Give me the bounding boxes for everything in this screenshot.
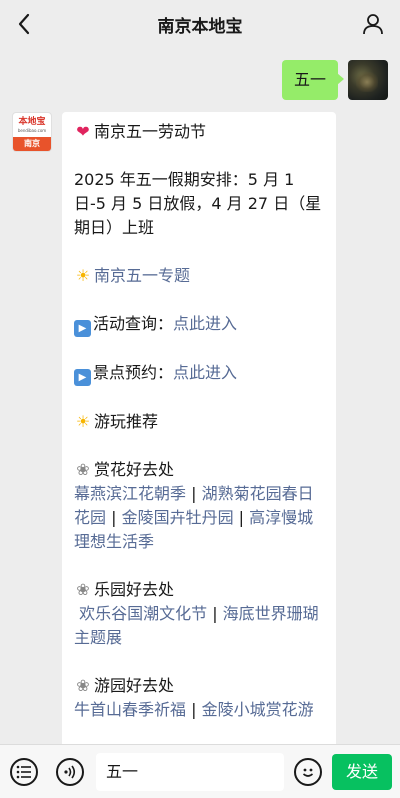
heart-icon: ❤	[76, 122, 90, 141]
scenic-label: 景点预约：	[93, 363, 174, 382]
flower-section: ❀ 赏花好去处 幕燕滨江花朝季 | 湖熟菊花园春日花园 | 金陵国卉牡丹园 | 高…	[74, 458, 324, 554]
message-heading: ❤ 南京五一劳动节	[74, 120, 324, 144]
emoji-icon	[302, 768, 314, 777]
my-avatar[interactable]	[348, 60, 388, 100]
bot-avatar[interactable]: 本地宝 bendibao.com 南京	[12, 112, 52, 152]
profile-button[interactable]	[360, 11, 386, 37]
message-input[interactable]	[96, 753, 284, 791]
nav-header: 南京本地宝	[0, 0, 400, 48]
garden-link[interactable]: 金陵小城赏花游	[202, 700, 314, 719]
incoming-message-row: 本地宝 bendibao.com 南京 ❤ 南京五一劳动节 2025 年五一假期安…	[12, 112, 336, 744]
bot-logo-city: 南京	[13, 137, 51, 151]
flower-links: 幕燕滨江花朝季 | 湖熟菊花园春日花园 | 金陵国卉牡丹园 | 高淳慢城理想生活…	[74, 484, 314, 551]
play-icon: ▶	[74, 369, 91, 386]
scenic-booking-row: ▶ 景点预约：点此进入	[74, 361, 324, 386]
flower-title: ❀ 赏花好去处	[74, 458, 324, 482]
flower-icon: ❀	[76, 460, 90, 479]
bot-logo-text: 本地宝	[18, 117, 46, 127]
voice-icon	[64, 765, 76, 779]
activity-link[interactable]: 点此进入	[173, 314, 237, 333]
sun-icon: ☀	[75, 412, 91, 431]
holiday-schedule: 2025 年五一假期安排：5 月 1 日-5 月 5 日放假，4 月 27 日（…	[74, 170, 322, 237]
activity-label: 活动查询：	[93, 314, 174, 333]
play-icon: ▶	[74, 320, 91, 337]
recommend-row: ☀ 游玩推荐	[74, 410, 324, 434]
input-bar: 发送	[0, 744, 400, 798]
garden-link[interactable]: 牛首山春季祈福	[74, 700, 186, 719]
park-link[interactable]: 欢乐谷国潮文化节	[79, 604, 207, 623]
outgoing-text: 五一	[293, 70, 326, 89]
special-topic-link[interactable]: 南京五一专题	[94, 266, 190, 285]
back-button[interactable]	[10, 10, 38, 38]
special-topic-row: ☀ 南京五一专题	[74, 264, 324, 288]
page-title: 南京本地宝	[157, 16, 243, 37]
garden-section: ❀ 游园好去处 牛首山春季祈福 | 金陵小城赏花游	[74, 674, 324, 722]
garden-links: 牛首山春季祈福 | 金陵小城赏花游	[74, 700, 314, 719]
park-links: 欢乐谷国潮文化节 | 海底世界珊瑚主题展	[74, 604, 319, 647]
activity-query-row: ▶ 活动查询：点此进入	[74, 312, 324, 337]
park-title: ❀ 乐园好去处	[74, 578, 324, 602]
incoming-bubble: ❤ 南京五一劳动节 2025 年五一假期安排：5 月 1 日-5 月 5 日放假，…	[62, 112, 336, 744]
sun-icon: ☀	[75, 266, 91, 285]
chat-area[interactable]: 五一 本地宝 bendibao.com 南京 ❤ 南京五一劳动节 2025 年五一…	[0, 48, 400, 744]
bot-logo-sub: bendibao.com	[17, 128, 47, 133]
flower-icon: ❀	[76, 676, 90, 695]
garden-title: ❀ 游园好去处	[74, 674, 324, 698]
back-arrow-icon	[18, 13, 30, 35]
outgoing-message-row: 五一	[281, 60, 388, 100]
flower-link[interactable]: 金陵国卉牡丹园	[122, 508, 234, 527]
park-section: ❀ 乐园好去处 欢乐谷国潮文化节 | 海底世界珊瑚主题展	[74, 578, 324, 650]
flower-link[interactable]: 幕燕滨江花朝季	[74, 484, 186, 503]
emoji-button[interactable]	[294, 758, 322, 786]
scenic-link[interactable]: 点此进入	[173, 363, 237, 382]
user-icon	[363, 14, 383, 35]
outgoing-bubble[interactable]: 五一	[281, 60, 345, 100]
send-button[interactable]: 发送	[332, 754, 392, 790]
list-icon	[16, 765, 31, 779]
flower-icon: ❀	[76, 580, 90, 599]
menu-button[interactable]	[10, 758, 38, 786]
voice-button[interactable]	[56, 758, 84, 786]
